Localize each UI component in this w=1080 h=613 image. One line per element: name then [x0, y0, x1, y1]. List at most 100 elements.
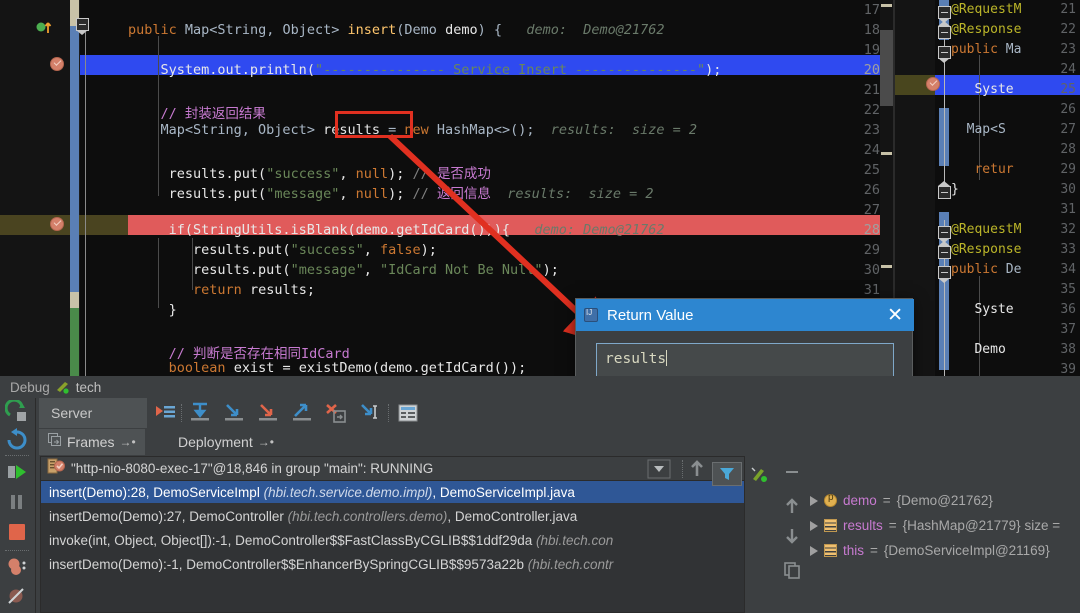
code-line-18[interactable]: public Map<String, Object> insert(Demo d…	[128, 22, 665, 38]
line-number-28: 28	[863, 222, 880, 238]
expand-triangle-icon[interactable]	[810, 495, 818, 506]
right-code-line-29[interactable]: retur	[951, 162, 1013, 177]
step-up-icon[interactable]	[687, 459, 709, 479]
rerun-icon[interactable]	[4, 398, 31, 426]
show-execution-point-icon[interactable]	[153, 402, 177, 424]
right-code-line-36[interactable]: Syste	[951, 302, 1013, 317]
marker-tick-3	[881, 265, 892, 268]
right-code-line-21[interactable]: @RequestM	[951, 2, 1021, 17]
right-fold-marker-7[interactable]	[938, 266, 951, 283]
chevron-right-icon-2[interactable]: →•	[258, 435, 274, 449]
right-line-number-35: 35	[1060, 282, 1076, 297]
right-code-line-38[interactable]: Demo	[951, 342, 1005, 357]
list-item[interactable]: this = {DemoServiceImpl@21169}	[810, 539, 1050, 562]
copy-stack-icon[interactable]	[782, 560, 802, 580]
right-code-line-27[interactable]: Map<S	[951, 122, 1006, 137]
code-line-22[interactable]: // 封装返回结果	[128, 102, 266, 122]
thread-selector[interactable]: "http-nio-8080-exec-17"@18,846 in group …	[41, 457, 744, 481]
right-line-number-21: 21	[1060, 2, 1076, 17]
right-code-line-33[interactable]: @Response	[951, 242, 1021, 257]
right-fold-marker-6[interactable]	[938, 241, 951, 259]
code-line-26[interactable]: results.put("message", null); // 返回信息 re…	[128, 182, 654, 202]
frame-label-3: insertDemo(Demo):-1, DemoController$$Enh…	[49, 556, 614, 572]
right-fold-marker-3[interactable]	[938, 46, 951, 63]
frames-icon	[48, 432, 62, 452]
restart-icon[interactable]	[5, 428, 31, 454]
move-down-icon[interactable]	[782, 526, 802, 546]
spring-boot-icon	[55, 380, 71, 394]
tab-server[interactable]: Server	[39, 398, 147, 428]
frames-side-toolbar[interactable]	[781, 456, 803, 613]
right-code-line-32[interactable]: @RequestM	[951, 222, 1021, 237]
right-fold-marker-2[interactable]	[938, 21, 951, 39]
right-code-line-30[interactable]: }	[951, 182, 959, 197]
debug-content[interactable]: Server Frames →• Deployment →• "http-nio…	[36, 398, 1080, 613]
code-editor-right-split[interactable]: 21 @RequestM 22 @Response 23 public Ma 24 25 Sy…	[895, 0, 1080, 376]
list-item[interactable]: results = {HashMap@21779} size =	[810, 514, 1060, 537]
code-line-30[interactable]: results.put("message", "IdCard Not Be Nu…	[128, 262, 559, 278]
right-breakpoint-icon[interactable]	[926, 77, 940, 91]
right-code-line-34[interactable]: public De	[951, 262, 1021, 277]
table-row[interactable]: invoke(int, Object, Object[]):-1, DemoCo…	[41, 529, 744, 551]
step-over-icon[interactable]	[188, 402, 212, 424]
evaluate-expression-icon[interactable]	[396, 402, 420, 424]
debug-actions-sidebar[interactable]	[0, 398, 36, 613]
right-code-line-25[interactable]: Syste	[951, 82, 1013, 97]
resume-program-icon[interactable]	[5, 460, 31, 486]
filter-icon[interactable]	[712, 462, 742, 486]
mute-breakpoints-icon[interactable]	[5, 585, 31, 611]
customize-threads-icon[interactable]	[746, 462, 772, 486]
tab-frames[interactable]: Frames →•	[39, 429, 145, 455]
map-icon	[824, 519, 837, 532]
pause-program-icon[interactable]	[5, 490, 31, 516]
right-line-number-33: 33	[1060, 242, 1076, 257]
right-code-line-22[interactable]: @Response	[951, 22, 1021, 37]
tab-frames-label: Frames	[67, 434, 115, 450]
frames-panel[interactable]: "http-nio-8080-exec-17"@18,846 in group …	[40, 456, 745, 613]
right-fold-marker-4[interactable]	[938, 181, 951, 199]
code-line-25[interactable]: results.put("success", null); // 是否成功	[128, 162, 491, 182]
table-row[interactable]: insert(Demo):28, DemoServiceImpl (hbi.te…	[41, 481, 744, 503]
code-line-29[interactable]: results.put("success", false);	[128, 242, 437, 258]
code-line-35[interactable]: boolean exist = existDemo(demo.getIdCard…	[128, 360, 527, 376]
run-to-cursor-icon[interactable]	[358, 402, 382, 424]
chevron-right-icon[interactable]: →•	[119, 435, 135, 449]
step-out-icon[interactable]	[290, 402, 314, 424]
code-line-20[interactable]: System.out.println("--------------- Serv…	[128, 62, 722, 78]
code-line-28[interactable]: if(StringUtils.isBlank(demo.getIdCard())…	[128, 222, 665, 238]
view-breakpoints-icon[interactable]	[5, 555, 31, 581]
right-code-line-23[interactable]: public Ma	[951, 42, 1021, 57]
dialog-title: Return Value	[607, 306, 694, 324]
drop-frame-icon[interactable]	[324, 402, 348, 424]
step-into-icon[interactable]	[222, 402, 246, 424]
thread-dropdown-icon[interactable]	[646, 459, 674, 479]
dialog-title-bar[interactable]: Return Value ✕	[576, 299, 914, 331]
list-item[interactable]: demo = {Demo@21762}	[810, 489, 993, 512]
expand-triangle-icon[interactable]	[810, 520, 818, 531]
collapse-icon[interactable]	[782, 462, 802, 482]
right-fold-marker-5[interactable]	[938, 226, 951, 243]
debug-sub-tabs[interactable]: Frames →• Deployment →•	[36, 428, 1080, 456]
code-line-23[interactable]: Map<String, Object> results = new HashMa…	[128, 122, 698, 138]
close-icon[interactable]: ✕	[884, 306, 906, 325]
variables-panel[interactable]: demo = {Demo@21762} results = {HashMap@2…	[806, 456, 1080, 613]
expand-triangle-icon[interactable]	[810, 545, 818, 556]
table-row[interactable]: insertDemo(Demo):-1, DemoController$$Enh…	[41, 553, 744, 575]
return-value-input-text: results	[605, 350, 668, 367]
stop-icon[interactable]	[5, 520, 31, 546]
right-line-number-22: 22	[1060, 22, 1076, 37]
debug-tool-window[interactable]: Debug tech Server Frames →• Deployment →…	[0, 376, 1080, 613]
code-line-32[interactable]: }	[128, 302, 177, 318]
right-fold-marker-1[interactable]	[938, 6, 951, 23]
code-line-31[interactable]: return results;	[128, 282, 315, 298]
table-row[interactable]: insertDemo(Demo):27, DemoController (hbi…	[41, 505, 744, 527]
move-up-icon[interactable]	[782, 496, 802, 516]
editor-scrollbar-thumb[interactable]	[880, 30, 893, 106]
debug-toolbar[interactable]: Server	[36, 398, 1080, 428]
force-step-into-icon[interactable]	[256, 402, 280, 424]
tab-deployment[interactable]: Deployment →•	[169, 429, 283, 455]
marker-tick-2	[881, 152, 892, 155]
code-line-34[interactable]: // 判断是否存在相同IdCard	[128, 342, 350, 362]
variable-value-0: {Demo@21762}	[896, 493, 993, 508]
code-editor[interactable]: 17 18 public Map<String, Object> insert(De…	[0, 0, 1080, 376]
